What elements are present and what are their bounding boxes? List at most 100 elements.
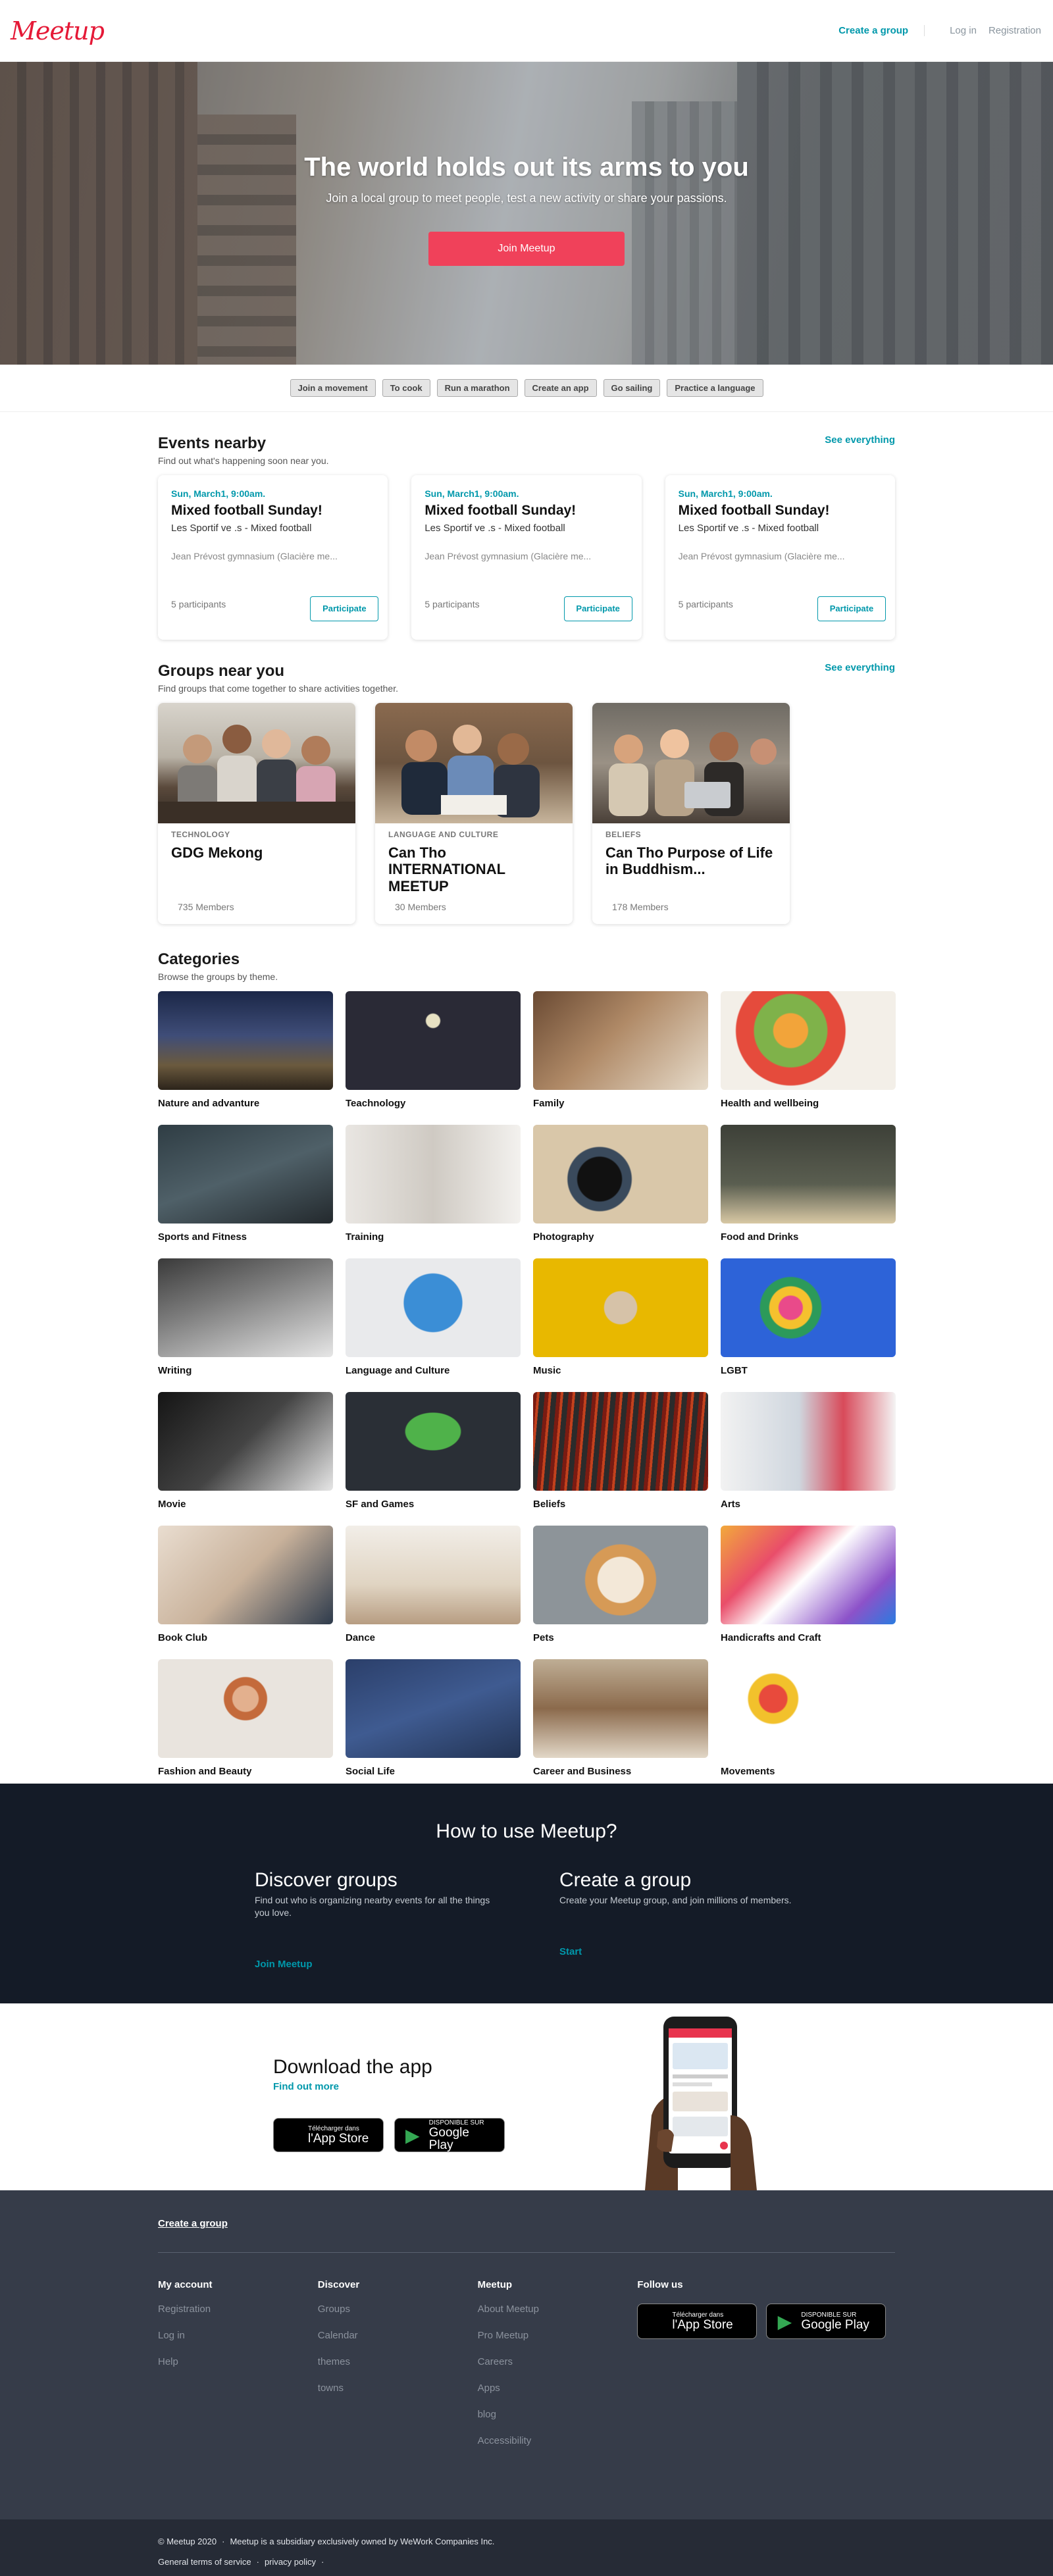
category-label: Social Life (346, 1766, 396, 1777)
category-tile[interactable]: Fashion and Beauty (158, 1659, 333, 1777)
group-card[interactable]: TECHNOLOGY GDG Mekong 735 Members (158, 703, 355, 924)
create-group-title: Create a group (559, 1869, 692, 1891)
hero-subtitle: Join a local group to meet people, test … (326, 192, 727, 205)
events-see-all-link[interactable]: See everything (825, 434, 895, 446)
app-store-badge[interactable]: Télécharger dans l'App Store (273, 2118, 384, 2152)
category-tile[interactable]: Dance (346, 1526, 521, 1643)
topic-chip[interactable]: Run a marathon (436, 379, 518, 397)
category-label: Beliefs (533, 1499, 566, 1510)
group-category: LANGUAGE AND CULTURE (388, 830, 499, 839)
topic-chip[interactable]: To cook (382, 379, 430, 397)
footer-calendar-link[interactable]: Calendar (318, 2330, 478, 2341)
start-link[interactable]: Start (559, 1946, 798, 1957)
category-tile[interactable]: Beliefs (533, 1392, 708, 1510)
category-image (533, 1258, 708, 1357)
category-label: Photography (533, 1231, 594, 1243)
category-tile[interactable]: Music (533, 1258, 708, 1376)
group-name: GDG Mekong (171, 844, 263, 861)
event-card[interactable]: Sun, March1, 9:00am. Mixed football Sund… (411, 475, 642, 640)
category-tile[interactable]: Writing (158, 1258, 333, 1376)
category-tile[interactable]: Food and Drinks (721, 1125, 896, 1243)
category-tile[interactable]: Handicrafts and Craft (721, 1526, 896, 1643)
footer-accessibility-link[interactable]: Accessibility (478, 2435, 638, 2446)
google-play-badge-big: Google Play (428, 2125, 469, 2152)
create-group-block: Create a group Create your Meetup group,… (559, 1869, 798, 1970)
topic-chip[interactable]: Practice a language (667, 379, 763, 397)
main-content: Events nearby Find out what's happening … (158, 412, 896, 1784)
category-tile[interactable]: Teachnology (346, 991, 521, 1109)
copyright-text: © Meetup 2020 (158, 2537, 217, 2546)
groups-see-all-link[interactable]: See everything (825, 662, 895, 673)
category-image (533, 991, 708, 1090)
footer-google-play-badge[interactable]: ▶ DISPONIBLE SUR Google Play (766, 2304, 886, 2339)
category-tile[interactable]: Pets (533, 1526, 708, 1643)
category-tile[interactable]: Arts (721, 1392, 896, 1510)
footer-login-link[interactable]: Log in (158, 2330, 318, 2341)
category-tile[interactable]: LGBT (721, 1258, 896, 1376)
category-tile[interactable]: SF and Games (346, 1392, 521, 1510)
find-out-more-link[interactable]: Find out more (273, 2081, 432, 2092)
group-category: TECHNOLOGY (171, 830, 230, 839)
app-store-badge-big: l'App Store (308, 2132, 369, 2146)
category-tile[interactable]: Movie (158, 1392, 333, 1510)
google-play-badge[interactable]: ▶ DISPONIBLE SUR Google Play (394, 2118, 505, 2152)
category-tile[interactable]: Language and Culture (346, 1258, 521, 1376)
footer-google-play-big: Google Play (801, 2318, 869, 2332)
footer-help-link[interactable]: Help (158, 2356, 318, 2367)
category-label: Movie (158, 1499, 186, 1510)
footer-apps-link[interactable]: Apps (478, 2383, 638, 2394)
footer-registration-link[interactable]: Registration (158, 2304, 318, 2315)
footer-groups-link[interactable]: Groups (318, 2304, 478, 2315)
footer-create-group-link[interactable]: Create a group (158, 2218, 228, 2229)
footer-meetup: Meetup About Meetup Pro Meetup Careers A… (478, 2279, 638, 2461)
registration-link[interactable]: Registration (989, 25, 1041, 36)
footer-app-store-big: l'App Store (672, 2318, 733, 2332)
category-label: Book Club (158, 1632, 207, 1643)
meetup-logo[interactable]: Meetup (11, 16, 105, 45)
participate-button[interactable]: Participate (310, 596, 379, 621)
login-link[interactable]: Log in (950, 25, 977, 36)
footer-blog-link[interactable]: blog (478, 2409, 638, 2420)
event-card[interactable]: Sun, March1, 9:00am. Mixed football Sund… (158, 475, 388, 640)
download-app-section: Download the app Find out more Télécharg… (0, 2003, 1053, 2190)
category-tile[interactable]: Career and Business (533, 1659, 708, 1777)
topic-chip[interactable]: Join a movement (290, 379, 376, 397)
footer-about-link[interactable]: About Meetup (478, 2304, 638, 2315)
group-name: Can Tho Purpose of Life in Buddhism... (605, 844, 773, 878)
category-tile[interactable]: Family (533, 991, 708, 1109)
category-tile[interactable]: Book Club (158, 1526, 333, 1643)
event-group: Les Sportif ve .s - Mixed football (678, 523, 819, 534)
participate-button[interactable]: Participate (817, 596, 886, 621)
category-tile[interactable]: Health and wellbeing (721, 991, 896, 1109)
category-tile[interactable]: Nature and advanture (158, 991, 333, 1109)
topic-chip[interactable]: Create an app (524, 379, 597, 397)
terms-link[interactable]: General terms of service (158, 2557, 251, 2567)
footer-divider (158, 2252, 895, 2253)
create-group-link[interactable]: Create a group (838, 25, 925, 36)
event-title: Mixed football Sunday! (424, 503, 577, 518)
join-meetup-link[interactable]: Join Meetup (255, 1959, 494, 1970)
footer-app-store-badge[interactable]: Télécharger dans l'App Store (637, 2304, 758, 2339)
categories-grid: Nature and advanture Teachnology Family … (158, 991, 896, 1777)
footer-careers-link[interactable]: Careers (478, 2356, 638, 2367)
category-tile[interactable]: Photography (533, 1125, 708, 1243)
category-label: Writing (158, 1365, 192, 1376)
category-tile[interactable]: Social Life (346, 1659, 521, 1777)
footer-towns-link[interactable]: towns (318, 2383, 478, 2394)
footer-themes-link[interactable]: themes (318, 2356, 478, 2367)
google-play-badge-small: DISPONIBLE SUR (428, 2119, 484, 2126)
join-meetup-button[interactable]: Join Meetup (428, 232, 625, 266)
topic-chip[interactable]: Go sailing (603, 379, 661, 397)
privacy-link[interactable]: privacy policy (265, 2557, 316, 2567)
group-card[interactable]: BELIEFS Can Tho Purpose of Life in Buddh… (592, 703, 790, 924)
event-card[interactable]: Sun, March1, 9:00am. Mixed football Sund… (665, 475, 895, 640)
category-tile[interactable]: Sports and Fitness (158, 1125, 333, 1243)
category-label: Family (533, 1098, 565, 1109)
group-members: 30 Members (395, 902, 446, 912)
participate-button[interactable]: Participate (563, 596, 632, 621)
category-tile[interactable]: Training (346, 1125, 521, 1243)
legal-bar: © Meetup 2020 · Meetup is a subsidiary e… (0, 2519, 1053, 2576)
footer-pro-link[interactable]: Pro Meetup (478, 2330, 638, 2341)
category-tile[interactable]: Movements (721, 1659, 896, 1777)
group-card[interactable]: LANGUAGE AND CULTURE Can Tho INTERNATION… (375, 703, 573, 924)
